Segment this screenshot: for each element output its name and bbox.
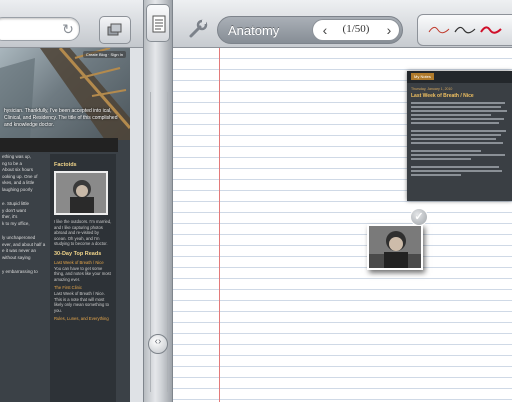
notebook-selector[interactable]: Anatomy ‹ (1/50) › (217, 16, 403, 44)
author-avatar (54, 171, 108, 215)
web-page-content[interactable]: Create Blog · Sign In hysician. Thankful… (0, 48, 130, 402)
post-intro-text: hysician. Thankfully, I've been accepted… (4, 108, 118, 128)
pane-splitter[interactable]: ‹› (143, 0, 173, 402)
pen-tray (417, 14, 512, 46)
top-read-text-2: Last Week of Breath / Nice. This is a no… (54, 290, 109, 313)
notebook-page[interactable]: My Notes Thursday, January 1, 2010 Last … (173, 48, 512, 402)
reload-icon[interactable]: ↻ (60, 21, 76, 37)
author-bio: I like the outdoors. I'm married, and I … (54, 219, 112, 247)
tabs-button[interactable] (99, 16, 131, 44)
notes-toggle-icon (152, 15, 166, 33)
notebook-toolbar: Anatomy ‹ (1/50) › (173, 0, 512, 48)
pen-thin-red[interactable] (428, 22, 450, 38)
settings-button[interactable] (187, 18, 209, 40)
clip-date: Thursday, January 1, 2010 (411, 87, 453, 91)
notes-toggle-button[interactable] (146, 4, 170, 42)
prev-page-button[interactable]: ‹ (317, 22, 333, 38)
blog-sidebar: Factoids I like the outdoors. I'm marrie… (50, 154, 116, 402)
clip-title: Last Week of Breath / Nice (411, 93, 474, 99)
pasted-photo[interactable] (367, 224, 423, 270)
post-body-line: laughing poorly (2, 186, 33, 192)
pasted-web-clip[interactable]: My Notes Thursday, January 1, 2010 Last … (407, 71, 512, 201)
top-read-link-1[interactable]: Last Week of Breath / Nice (54, 260, 112, 266)
post-body-line: y embarrassing to (2, 269, 38, 274)
sidebar-title-top-reads: 30-Day Top Reads (54, 250, 102, 257)
web-browser-pane: ↻ Create Blog · Sign In hysician. Thankf… (0, 0, 143, 402)
sidebar-title-factoids: Factoids (54, 162, 77, 168)
page-pager: ‹ (1/50) › (312, 19, 400, 41)
notebook-name: Anatomy (228, 23, 280, 38)
pen-thin-black[interactable] (454, 22, 476, 38)
next-page-button[interactable]: › (381, 22, 397, 38)
drag-arrows-icon: ‹› (154, 336, 162, 347)
page-indicator: (1/50) (342, 23, 370, 35)
post-body: ething was up, ng to be a About six hours o… (0, 154, 50, 402)
check-icon[interactable]: ✓ (410, 208, 428, 226)
top-read-text-1: You can have to get some thing, and note… (54, 265, 111, 282)
post-body-line: without saying (2, 254, 31, 260)
wrench-icon (189, 19, 208, 38)
post-divider-bar (0, 138, 118, 152)
tabs-icon (107, 23, 122, 36)
post-body-line: k to my office, (2, 220, 30, 226)
pen-thick-red[interactable] (480, 22, 502, 38)
splitter-drag-handle[interactable]: ‹› (148, 334, 168, 354)
blog-nav-links[interactable]: Create Blog · Sign In (82, 51, 126, 58)
top-read-link-3[interactable]: Rules, Lunes, and Everything (54, 316, 112, 322)
clip-tag: My Notes (411, 73, 434, 80)
margin-line (219, 48, 220, 402)
clip-header: My Notes (407, 71, 512, 83)
browser-toolbar: ↻ (0, 0, 143, 48)
